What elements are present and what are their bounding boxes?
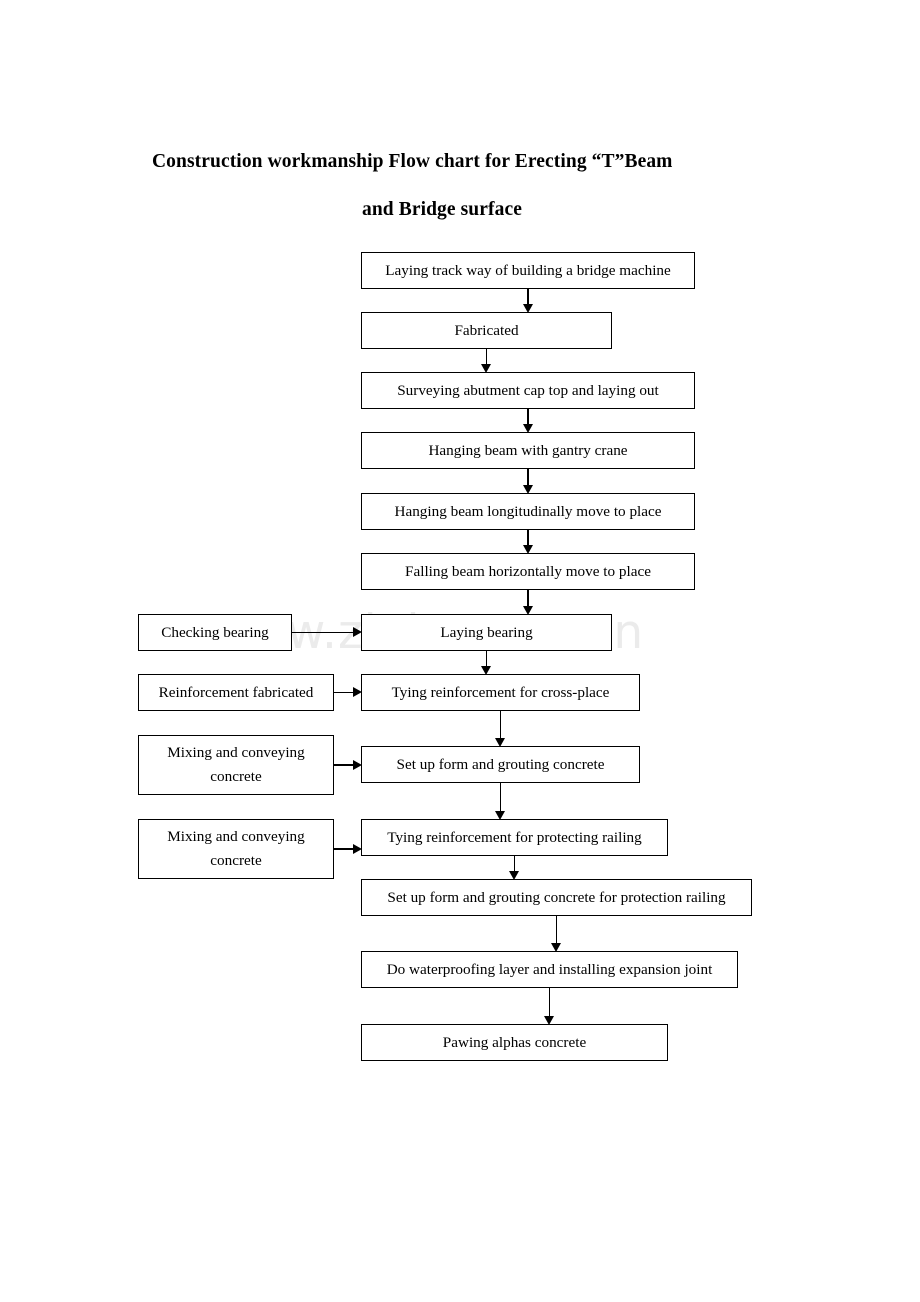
arrowhead-right-icon <box>353 843 362 854</box>
page-title-line-1: Construction workmanship Flow chart for … <box>152 151 673 172</box>
process-box-pawing-alphas-concrete: Pawing alphas concrete <box>361 1024 668 1061</box>
node-label: Reinforcement fabricated <box>158 683 314 701</box>
process-box-hanging-beam-with-gantry-crane: Hanging beam with gantry crane <box>361 432 695 469</box>
node-label: Fabricated <box>454 321 519 339</box>
arrow-line-n10-to-n11 <box>513 856 516 871</box>
arrowhead-down-icon <box>522 545 533 554</box>
node-label: Hanging beam longitudinally move to plac… <box>394 502 662 520</box>
node-label: Set up form and grouting concrete <box>396 755 605 773</box>
arrow-line-n7-to-n8 <box>485 651 488 666</box>
input-box-mixing-and-conveying-concrete: Mixing and conveying concrete <box>138 735 334 795</box>
page-title-line-2: and Bridge surface <box>362 199 522 220</box>
input-box-reinforcement-fabricated: Reinforcement fabricated <box>138 674 334 711</box>
arrow-line-n11-to-n12 <box>555 916 558 943</box>
node-label: Falling beam horizontally move to place <box>405 562 651 580</box>
arrow-line-n9-to-n10 <box>499 783 502 811</box>
process-box-set-up-form-and-grouting-concrete-for-protection: Set up form and grouting concrete for pr… <box>361 879 752 916</box>
arrow-line-s1-to-n7 <box>292 631 353 634</box>
arrowhead-down-icon <box>522 485 533 494</box>
arrowhead-down-icon <box>522 304 533 313</box>
arrowhead-down-icon <box>495 811 505 820</box>
process-box-laying-track-way-of-building-a-bridge-machine: Laying track way of building a bridge ma… <box>361 252 695 289</box>
process-box-surveying-abutment-cap-top-and-laying-out: Surveying abutment cap top and laying ou… <box>361 372 695 409</box>
arrow-line-n6-to-n7 <box>527 590 529 606</box>
node-label: Do waterproofing layer and installing ex… <box>386 960 713 978</box>
arrow-line-n12-to-n13 <box>548 988 551 1016</box>
node-label: Pawing alphas concrete <box>442 1033 587 1051</box>
process-box-laying-bearing: Laying bearing <box>361 614 612 651</box>
arrowhead-down-icon <box>481 364 491 373</box>
process-box-tying-reinforcement-for-protecting-railing: Tying reinforcement for protecting raili… <box>361 819 668 856</box>
node-label: Mixing and conveying concrete <box>167 744 305 785</box>
arrowhead-down-icon <box>522 606 533 615</box>
arrow-line-n8-to-n9 <box>499 711 502 738</box>
arrow-line-n1-to-n2 <box>527 289 529 304</box>
arrowhead-right-icon <box>353 687 362 697</box>
arrow-line-s2-to-n8 <box>334 691 353 694</box>
process-box-falling-beam-horizontally-move-to-place: Falling beam horizontally move to place <box>361 553 695 590</box>
node-label: Checking bearing <box>161 623 269 641</box>
node-label: Tying reinforcement for protecting raili… <box>387 828 642 846</box>
process-box-hanging-beam-longitudinally-move-to-place: Hanging beam longitudinally move to plac… <box>361 493 695 530</box>
arrowhead-down-icon <box>481 666 491 675</box>
arrowhead-down-icon <box>551 943 561 952</box>
arrowhead-down-icon <box>522 424 533 433</box>
process-box-do-waterproofing-layer-and-installing-expansion-: Do waterproofing layer and installing ex… <box>361 951 738 988</box>
arrow-line-n2-to-n3 <box>485 349 488 364</box>
arrowhead-down-icon <box>495 738 505 747</box>
node-label: Laying bearing <box>440 623 533 641</box>
arrowhead-right-icon <box>353 759 362 770</box>
arrowhead-down-icon <box>544 1016 554 1025</box>
input-box-checking-bearing: Checking bearing <box>138 614 292 651</box>
page-title: Construction workmanship Flow chart for … <box>150 138 790 234</box>
arrowhead-down-icon <box>509 871 519 880</box>
process-box-tying-reinforcement-for-cross-place: Tying reinforcement for cross-place <box>361 674 640 711</box>
arrow-line-s3-to-n9 <box>334 764 353 766</box>
arrow-line-s4-to-n10 <box>334 848 353 850</box>
arrow-line-n4-to-n5 <box>527 469 529 485</box>
arrowhead-right-icon <box>353 627 362 637</box>
arrow-line-n5-to-n6 <box>527 530 529 545</box>
process-box-set-up-form-and-grouting-concrete: Set up form and grouting concrete <box>361 746 640 783</box>
document-page: Construction workmanship Flow chart for … <box>0 0 920 1302</box>
arrow-line-n3-to-n4 <box>527 409 529 424</box>
node-label: Set up form and grouting concrete for pr… <box>387 888 726 906</box>
input-box-mixing-and-conveying-concrete: Mixing and conveying concrete <box>138 819 334 879</box>
process-box-fabricated: Fabricated <box>361 312 612 349</box>
node-label: Tying reinforcement for cross-place <box>391 683 610 701</box>
node-label: Hanging beam with gantry crane <box>428 441 628 459</box>
node-label: Surveying abutment cap top and laying ou… <box>397 381 659 399</box>
node-label: Laying track way of building a bridge ma… <box>385 261 671 279</box>
node-label: Mixing and conveying concrete <box>167 828 305 869</box>
